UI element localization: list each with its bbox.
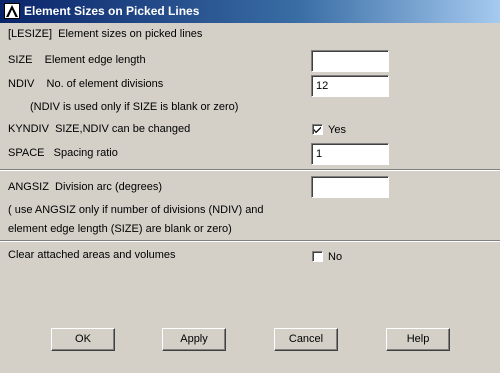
size-input[interactable] (314, 53, 388, 68)
ndiv-input[interactable] (314, 78, 388, 93)
separator (0, 169, 500, 171)
ansys-logo-icon (4, 3, 20, 19)
help-button[interactable]: Help (386, 328, 450, 351)
angsiz-field[interactable] (311, 176, 389, 198)
space-input[interactable] (314, 146, 388, 161)
size-label: SIZE Element edge length (8, 54, 146, 66)
window-title: Element Sizes on Picked Lines (24, 4, 200, 18)
dialog-window: Element Sizes on Picked Lines [LESIZE] E… (0, 0, 500, 373)
separator (0, 240, 500, 242)
space-field[interactable] (311, 143, 389, 165)
angsiz-input[interactable] (314, 179, 388, 194)
title-bar[interactable]: Element Sizes on Picked Lines (0, 0, 500, 23)
kyndiv-checkbox[interactable] (312, 124, 323, 135)
cancel-button[interactable]: Cancel (274, 328, 338, 351)
command-header: [LESIZE] Element sizes on picked lines (8, 28, 203, 40)
kyndiv-label: KYNDIV SIZE,NDIV can be changed (8, 123, 191, 135)
clear-label: Clear attached areas and volumes (8, 249, 176, 261)
space-label: SPACE Spacing ratio (8, 147, 118, 159)
clear-checkbox[interactable] (312, 251, 323, 262)
checkmark-icon (314, 126, 321, 134)
ndiv-field[interactable] (311, 75, 389, 97)
size-field[interactable] (311, 50, 389, 72)
clear-state-label: No (328, 251, 343, 263)
angsiz-note-line2: element edge length (SIZE) are blank or … (8, 223, 232, 235)
ndiv-note: (NDIV is used only if SIZE is blank or z… (30, 101, 239, 113)
ok-button[interactable]: OK (51, 328, 115, 351)
ndiv-label: NDIV No. of element divisions (8, 78, 164, 90)
angsiz-note-line1: ( use ANGSIZ only if number of divisions… (8, 204, 264, 216)
kyndiv-state-label: Yes (328, 124, 346, 136)
angsiz-label: ANGSIZ Division arc (degrees) (8, 181, 163, 193)
apply-button[interactable]: Apply (162, 328, 226, 351)
